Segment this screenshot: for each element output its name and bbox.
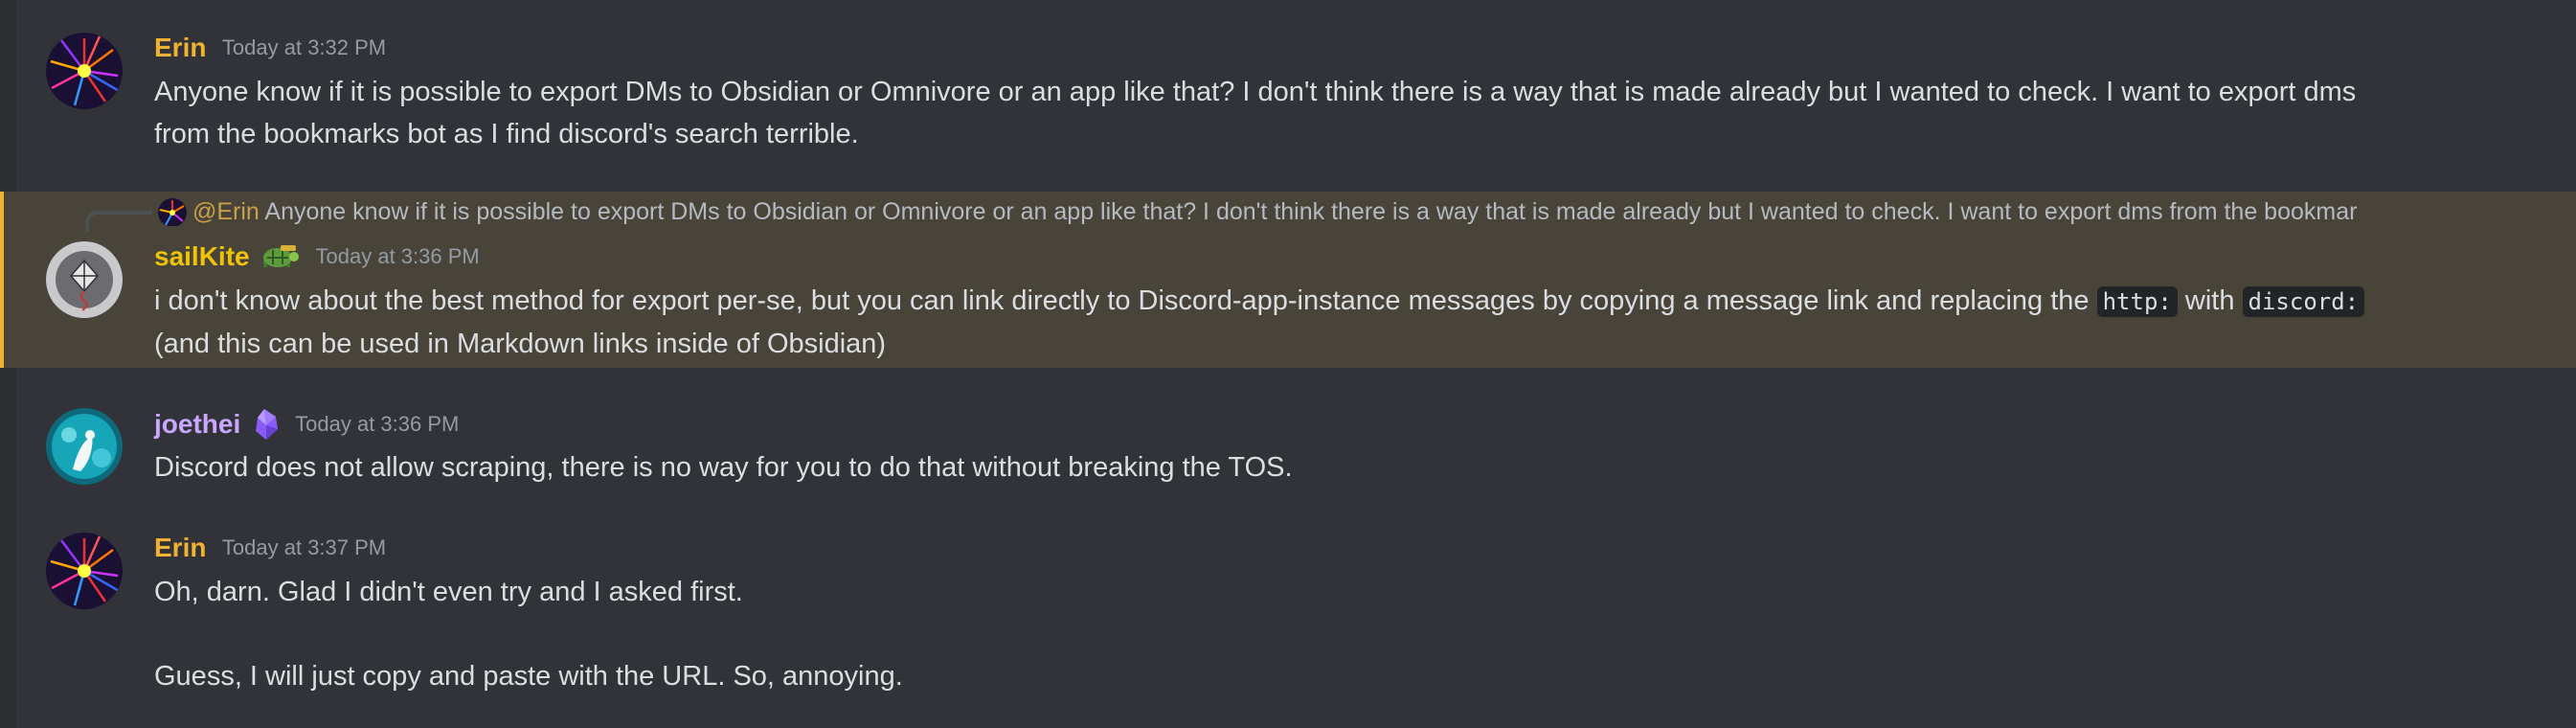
inline-code-discord: discord: (2242, 286, 2365, 317)
obsidian-crystal-icon (253, 408, 280, 441)
message-timestamp[interactable]: Today at 3:37 PM (222, 535, 386, 559)
erin-avatar[interactable] (46, 33, 123, 109)
message-content: Discord does not allow scraping, there i… (154, 446, 2499, 489)
message-text: with (2177, 285, 2243, 316)
message-timestamp[interactable]: Today at 3:32 PM (222, 35, 386, 59)
message-line: Discord does not allow scraping, there i… (154, 452, 1293, 483)
message-text: i don't know about the best method for e… (154, 285, 2097, 316)
message-line: from the bookmarks bot as I find discord… (154, 119, 859, 149)
reply-connector (85, 211, 152, 232)
author-name[interactable]: sailKite (154, 241, 250, 271)
reply-mention[interactable]: @Erin (192, 198, 260, 225)
message-joethei[interactable]: joethei Today at 3:36 PM Discord does no… (0, 389, 2576, 510)
message-content: i don't know about the best method for e… (154, 280, 2499, 365)
message-erin-2[interactable]: Erin Today at 3:37 PM Oh, darn. Glad I d… (0, 517, 2576, 728)
author-name[interactable]: Erin (154, 33, 206, 62)
reply-preview-text[interactable]: Anyone know if it is possible to export … (264, 198, 2357, 225)
fireworks-icon (158, 198, 187, 226)
message-line (154, 613, 2499, 655)
sailkite-avatar[interactable] (46, 241, 123, 318)
message-erin-1[interactable]: Erin Today at 3:32 PM Anyone know if it … (0, 19, 2576, 163)
message-content: Oh, darn. Glad I didn't even try and I a… (154, 571, 2499, 697)
message-line: Anyone know if it is possible to export … (154, 77, 2357, 107)
inline-code-http: http: (2096, 286, 2178, 317)
joethei-avatar[interactable] (46, 408, 123, 485)
message-timestamp[interactable]: Today at 3:36 PM (295, 412, 459, 436)
message-content: Anyone know if it is possible to export … (154, 71, 2499, 155)
reply-preview[interactable]: @Erin Anyone know if it is possible to e… (158, 197, 2519, 226)
joethei-profile-icon (46, 408, 123, 485)
author-name[interactable]: Erin (154, 533, 206, 562)
erin-avatar[interactable] (46, 533, 123, 609)
fireworks-icon (46, 533, 123, 609)
author-name[interactable]: joethei (154, 409, 240, 439)
message-line: Oh, darn. Glad I didn't even try and I a… (154, 577, 743, 607)
chat-message-list: Erin Today at 3:32 PM Anyone know if it … (0, 0, 2576, 728)
fireworks-icon (46, 33, 123, 109)
message-line: Guess, I will just copy and paste with t… (154, 661, 903, 692)
message-sailkite[interactable]: @Erin Anyone know if it is possible to e… (0, 192, 2576, 368)
message-line: i don't know about the best method for e… (154, 280, 2499, 323)
message-line: (and this can be used in Markdown links … (154, 329, 887, 359)
turtle-badge-icon (261, 243, 300, 270)
kite-icon (46, 241, 123, 318)
erin-mini-avatar (158, 198, 187, 226)
message-timestamp[interactable]: Today at 3:36 PM (316, 244, 480, 268)
